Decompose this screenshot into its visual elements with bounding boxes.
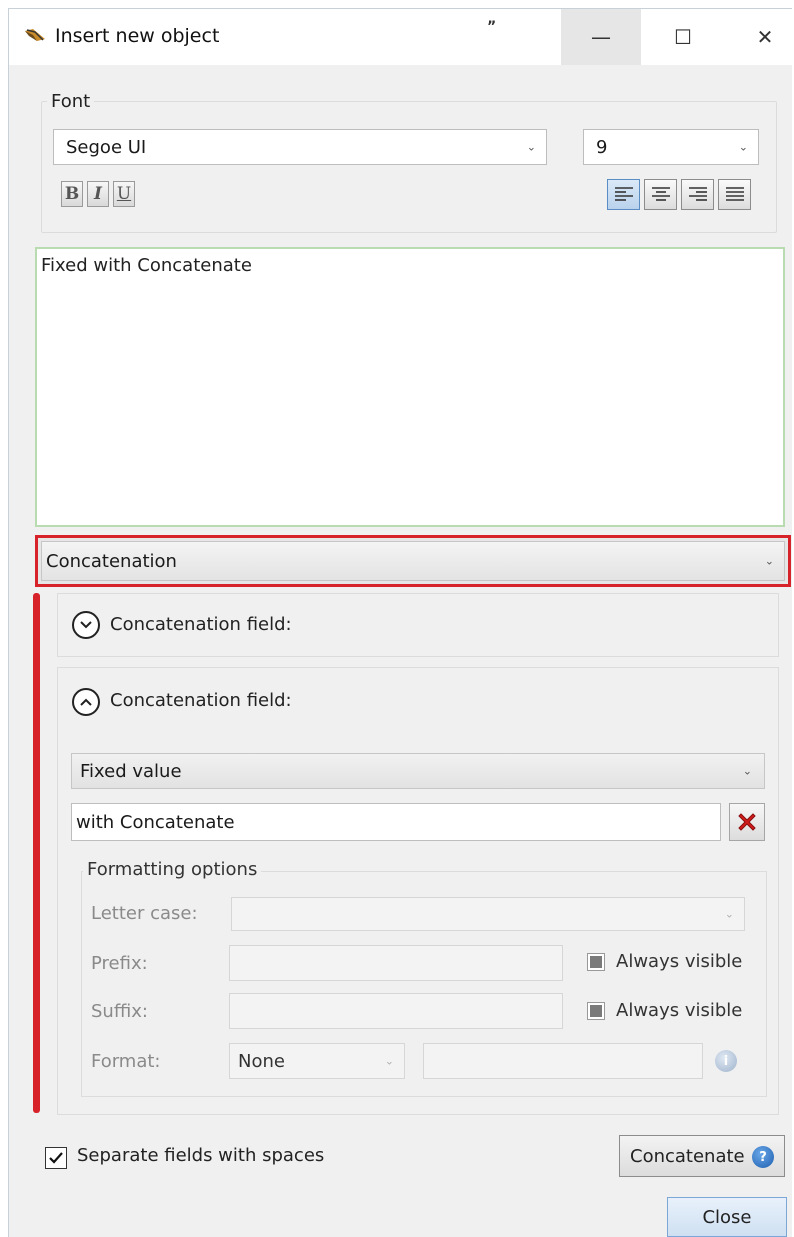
- chevron-down-icon: ⌄: [384, 1054, 394, 1068]
- chevron-down-icon: ⌄: [764, 554, 774, 568]
- chevron-down-icon: ⌄: [724, 907, 734, 921]
- align-justify-icon: [726, 187, 744, 201]
- object-text-editor[interactable]: Fixed with Concatenate: [35, 247, 785, 527]
- prefix-input[interactable]: [229, 945, 563, 981]
- separate-fields-label: Separate fields with spaces: [77, 1145, 325, 1166]
- object-type-select[interactable]: Concatenation ⌄: [35, 535, 791, 587]
- dialog-window: Insert new object ” — ☐ ✕ Font Segoe UI …: [8, 8, 793, 1237]
- check-icon: [49, 1152, 63, 1164]
- chevron-down-icon: [80, 621, 92, 629]
- help-icon: ?: [752, 1146, 774, 1168]
- field-label: Concatenation field:: [110, 690, 292, 711]
- prefix-always-visible-checkbox[interactable]: [587, 953, 605, 971]
- font-group: [41, 101, 777, 233]
- field-type-value: Fixed value: [80, 760, 182, 782]
- format-extra-input[interactable]: [423, 1043, 703, 1079]
- letter-case-label: Letter case:: [91, 903, 198, 924]
- window-title: Insert new object: [55, 25, 220, 47]
- format-select[interactable]: None ⌄: [229, 1043, 405, 1079]
- font-size-select[interactable]: 9 ⌄: [583, 129, 759, 165]
- suffix-input[interactable]: [229, 993, 563, 1029]
- concatenate-button[interactable]: Concatenate ?: [619, 1135, 785, 1177]
- fixed-value-input[interactable]: with Concatenate: [71, 803, 721, 841]
- separate-fields-checkbox[interactable]: [45, 1147, 67, 1169]
- prefix-label: Prefix:: [91, 953, 148, 974]
- chevron-up-icon: [80, 698, 92, 706]
- align-right-icon: [689, 187, 707, 201]
- field-type-select[interactable]: Fixed value ⌄: [71, 753, 765, 789]
- formatting-options-legend: Formatting options: [83, 859, 262, 880]
- maximize-icon: ☐: [674, 25, 692, 49]
- suffix-always-visible-label: Always visible: [616, 1000, 743, 1021]
- underline-label: U: [116, 184, 132, 204]
- collapse-field-button[interactable]: [72, 688, 100, 716]
- field-label: Concatenation field:: [110, 614, 292, 635]
- close-icon: ✕: [756, 25, 774, 49]
- letter-case-select[interactable]: ⌄: [231, 897, 745, 931]
- font-family-value: Segoe UI: [66, 136, 147, 158]
- close-button[interactable]: Close: [667, 1197, 787, 1237]
- title-bar: Insert new object ” — ☐ ✕: [9, 9, 793, 65]
- object-type-select-inner: Concatenation ⌄: [41, 541, 785, 581]
- close-label: Close: [702, 1206, 752, 1228]
- maximize-button[interactable]: ☐: [643, 9, 723, 65]
- align-left-button[interactable]: [607, 179, 640, 210]
- format-value: None: [238, 1050, 285, 1072]
- fixed-value-text: with Concatenate: [76, 811, 235, 833]
- italic-label: I: [94, 184, 102, 204]
- bold-label: B: [64, 184, 80, 204]
- delete-field-button[interactable]: [729, 803, 765, 841]
- minimize-button[interactable]: —: [561, 9, 641, 65]
- align-left-icon: [615, 187, 633, 201]
- minimize-icon: —: [591, 25, 611, 49]
- align-center-button[interactable]: [644, 179, 677, 210]
- font-family-select[interactable]: Segoe UI ⌄: [53, 129, 547, 165]
- underline-button[interactable]: U: [113, 181, 135, 207]
- italic-button[interactable]: I: [87, 181, 109, 207]
- align-center-icon: [652, 187, 670, 201]
- expand-field-button[interactable]: [72, 611, 100, 639]
- align-justify-button[interactable]: [718, 179, 751, 210]
- chevron-down-icon: ⌄: [742, 764, 752, 778]
- suffix-label: Suffix:: [91, 1001, 148, 1022]
- app-icon: [23, 27, 47, 45]
- bold-button[interactable]: B: [61, 181, 83, 207]
- delete-icon: [738, 813, 756, 831]
- format-label: Format:: [91, 1051, 161, 1072]
- suffix-always-visible-checkbox[interactable]: [587, 1002, 605, 1020]
- prefix-always-visible-label: Always visible: [616, 951, 743, 972]
- font-size-value: 9: [596, 136, 608, 158]
- chevron-down-icon: ⌄: [526, 140, 536, 154]
- concatenation-field-panel-collapsed: Concatenation field:: [57, 593, 779, 657]
- highlight-bar: [33, 593, 40, 1113]
- editor-text: Fixed with Concatenate: [41, 255, 252, 276]
- font-group-legend: Font: [47, 91, 95, 112]
- concatenate-label: Concatenate: [630, 1145, 745, 1167]
- close-window-button[interactable]: ✕: [725, 9, 794, 65]
- chevron-down-icon: ⌄: [738, 140, 748, 154]
- info-icon[interactable]: i: [715, 1050, 737, 1072]
- object-type-value: Concatenation: [46, 550, 177, 572]
- align-right-button[interactable]: [681, 179, 714, 210]
- title-mark: ”: [487, 19, 497, 35]
